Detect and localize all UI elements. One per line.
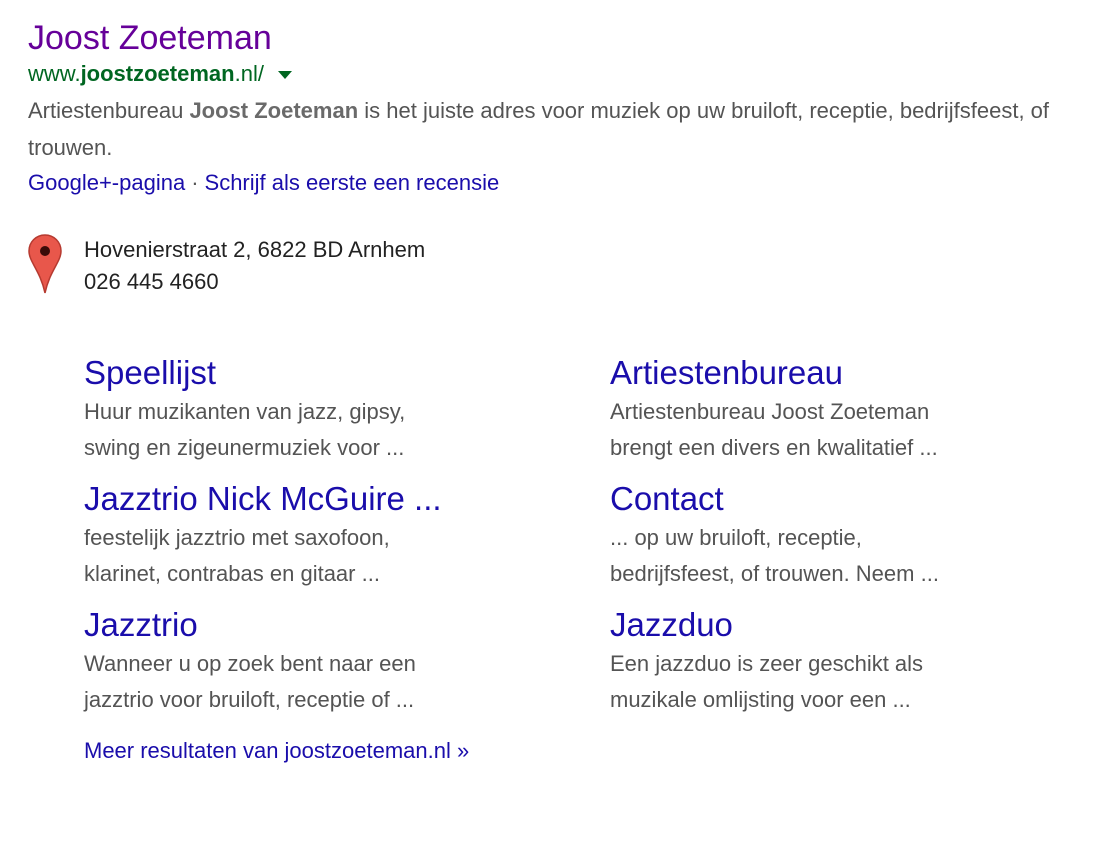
- sitelink: Jazztrio Wanneer u op zoek bent naar een…: [84, 604, 610, 718]
- search-result: Joost Zoeteman www.joostzoeteman.nl/ Art…: [28, 18, 1078, 200]
- sitelink: Jazzduo Een jazzduo is zeer geschikt als…: [610, 604, 1084, 718]
- url-dropdown-arrow-icon[interactable]: [277, 71, 292, 79]
- result-url[interactable]: www.joostzoeteman.nl/: [28, 60, 264, 88]
- sitelink-desc: muzikale omlijsting voor een ...: [610, 687, 911, 712]
- google-plus-page-link[interactable]: Google+-pagina: [28, 170, 185, 195]
- snippet-pre: Artiestenbureau: [28, 98, 190, 123]
- url-bold: joostzoeteman: [80, 61, 235, 86]
- sitelink: Speellijst Huur muzikanten van jazz, gip…: [84, 352, 610, 466]
- sitelink: Artiestenbureau Artiestenbureau Joost Zo…: [610, 352, 1084, 466]
- link-separator: ·: [191, 170, 199, 195]
- result-url-line: www.joostzoeteman.nl/: [28, 60, 1078, 88]
- sitelinks: Speellijst Huur muzikanten van jazz, gip…: [84, 352, 1084, 766]
- sitelink-desc: Artiestenbureau Joost Zoeteman: [610, 399, 930, 424]
- sitelink-title[interactable]: Speellijst: [84, 352, 610, 394]
- sitelink-title[interactable]: Jazztrio: [84, 604, 610, 646]
- sitelink-title[interactable]: Contact: [610, 478, 1084, 520]
- sitelink-desc: klarinet, contrabas en gitaar ...: [84, 561, 380, 586]
- sitelink-desc: Huur muzikanten van jazz, gipsy,: [84, 399, 406, 424]
- url-prefix: www.: [28, 61, 81, 86]
- more-results-link[interactable]: Meer resultaten van joostzoeteman.nl »: [84, 736, 1084, 766]
- sitelink-desc: Wanneer u op zoek bent naar een: [84, 651, 416, 676]
- sitelink-title[interactable]: Artiestenbureau: [610, 352, 1084, 394]
- url-suffix: .nl/: [234, 61, 264, 86]
- sitelink-title[interactable]: Jazztrio Nick McGuire ...: [84, 478, 610, 520]
- sitelink-desc: ... op uw bruiloft, receptie,: [610, 525, 862, 550]
- map-pin-icon[interactable]: [28, 234, 62, 294]
- sitelink: Jazztrio Nick McGuire ... feestelijk jaz…: [84, 478, 610, 592]
- snippet-bold: Joost Zoeteman: [189, 98, 359, 123]
- write-review-link[interactable]: Schrijf als eerste een recensie: [205, 170, 500, 195]
- phone-number[interactable]: 026 445 4660: [84, 266, 425, 298]
- sitelink-title[interactable]: Jazzduo: [610, 604, 1084, 646]
- address-text: Hovenierstraat 2, 6822 BD Arnhem: [84, 237, 426, 262]
- sitelink-desc: Een jazzduo is zeer geschikt als: [610, 651, 924, 676]
- local-info: Hovenierstraat 2, 6822 BD Arnhem 026 445…: [28, 234, 425, 298]
- sitelink-desc: jazztrio voor bruiloft, receptie of ...: [84, 687, 415, 712]
- result-snippet: Artiestenbureau Joost Zoeteman is het ju…: [28, 92, 1068, 166]
- sitelink-desc: bedrijfsfeest, of trouwen. Neem ...: [610, 561, 939, 586]
- sitelink-desc: feestelijk jazztrio met saxofoon,: [84, 525, 390, 550]
- result-title-link[interactable]: Joost Zoeteman: [28, 18, 272, 58]
- result-extra-links: Google+-pagina · Schrijf als eerste een re…: [28, 166, 1078, 200]
- sitelink: Contact ... op uw bruiloft, receptie, bed…: [610, 478, 1084, 592]
- sitelink-desc: brengt een divers en kwalitatief ...: [610, 435, 938, 460]
- sitelink-desc: swing en zigeunermuziek voor ...: [84, 435, 405, 460]
